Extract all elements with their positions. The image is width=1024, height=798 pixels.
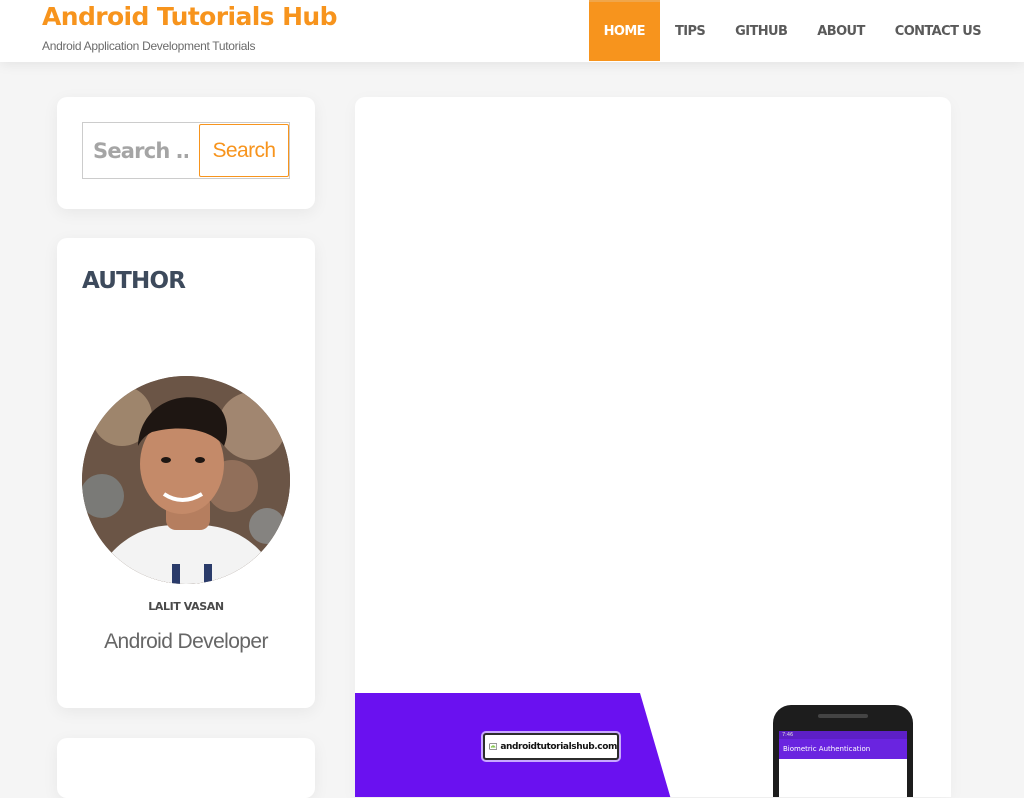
nav-item-about[interactable]: ABOUT [802, 0, 879, 62]
site-tagline: Android Application Development Tutorial… [42, 39, 256, 53]
search-widget: Search [57, 97, 315, 209]
main-content-card: androidtutorialshub.com 7:46 Biometric A… [355, 97, 951, 797]
android-logo-icon [489, 743, 498, 750]
post-banner-image[interactable]: androidtutorialshub.com 7:46 Biometric A… [355, 693, 951, 797]
author-name: LALIT VASAN [148, 600, 224, 613]
nav-item-contact-us[interactable]: CONTACT US [880, 0, 996, 62]
site-logo-badge: androidtutorialshub.com [483, 733, 619, 760]
search-input[interactable] [83, 123, 198, 178]
nav-item-tips[interactable]: TIPS [660, 0, 720, 62]
search-form: Search [82, 122, 290, 179]
site-title[interactable]: Android Tutorials Hub [42, 2, 337, 31]
phone-app-title: Biometric Authentication [779, 739, 907, 759]
author-widget: AUTHOR LALIT VASAN Android Developer [57, 238, 315, 708]
author-avatar [82, 376, 290, 584]
nav-item-home[interactable]: HOME [588, 0, 660, 61]
author-photo-icon [82, 376, 290, 584]
phone-status-bar: 7:46 [779, 731, 907, 739]
sidebar-widget-partial [57, 738, 315, 798]
main-nav: HOME TIPS GITHUB ABOUT CONTACT US [588, 0, 996, 62]
phone-mockup: 7:46 Biometric Authentication [773, 705, 913, 797]
nav-item-github[interactable]: GITHUB [720, 0, 802, 62]
site-header: Android Tutorials Hub Android Applicatio… [0, 0, 1024, 62]
logo-text: androidtutorialshub.com [500, 741, 617, 752]
phone-speaker [818, 714, 868, 718]
phone-screen: 7:46 Biometric Authentication [779, 731, 907, 797]
search-button[interactable]: Search [199, 124, 289, 177]
author-role: Android Developer [104, 630, 268, 653]
author-heading: AUTHOR [82, 268, 186, 294]
